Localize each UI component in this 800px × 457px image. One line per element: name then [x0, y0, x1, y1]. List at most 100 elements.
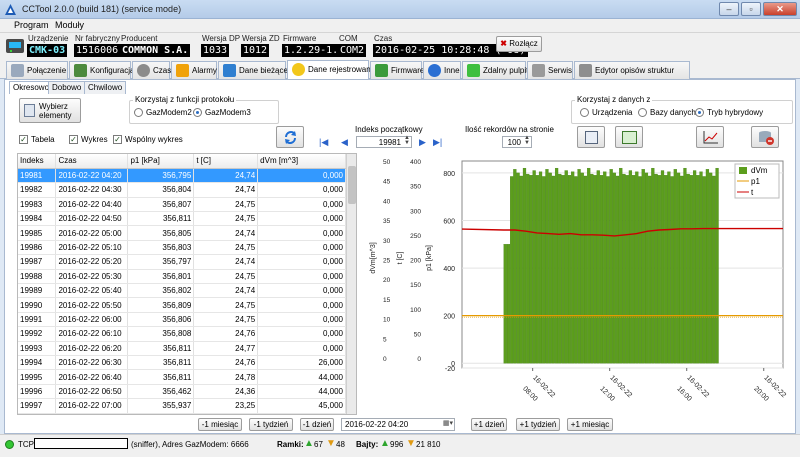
table-row[interactable]: 19981 2016-02-22 04:20 356,795 24,74 0,000 [18, 168, 346, 184]
plus-day-button[interactable]: +1 dzień [471, 418, 507, 431]
table-row[interactable]: 19983 2016-02-22 04:40 356,807 24,75 0,000 [18, 197, 346, 213]
source-hybrid-radio[interactable] [695, 108, 704, 117]
y-left-tick-label: 5 [383, 336, 387, 343]
zd-label: Wersja ZD [242, 34, 280, 43]
table-row[interactable]: 19985 2016-02-22 05:00 356,805 24,74 0,000 [18, 225, 346, 241]
tab-remote-desktop[interactable]: Zdalny pulpit [462, 61, 528, 79]
export-button[interactable] [577, 126, 605, 148]
table-row[interactable]: 19986 2016-02-22 05:10 356,803 24,75 0,000 [18, 240, 346, 256]
bar-dVm [526, 173, 530, 364]
table-row[interactable]: 19988 2016-02-22 05:30 356,801 24,75 0,000 [18, 269, 346, 285]
cell-dvm: 45,000 [257, 413, 346, 414]
select-elements-button[interactable]: Wybierz elementy [19, 98, 81, 123]
cell-time: 2016-02-22 05:50 [55, 297, 129, 313]
tab-other[interactable]: Inne [423, 61, 461, 79]
minus-week-button[interactable]: -1 tydzień [249, 418, 293, 431]
y-mid-tick-label: 200 [410, 258, 421, 265]
table-row[interactable]: 199982016-02-22 07:10355,50823,1545,000 [18, 413, 346, 414]
table-row[interactable]: 19990 2016-02-22 05:50 356,809 24,75 0,000 [18, 297, 346, 313]
col-t-header[interactable]: t [C] [193, 154, 259, 169]
table-row[interactable]: 19991 2016-02-22 06:00 356,806 24,75 0,000 [18, 312, 346, 328]
serial-value: 1516006 [74, 44, 121, 57]
bar-dVm [635, 171, 639, 364]
next-page-icon[interactable]: ▶ [419, 137, 426, 148]
tab-service[interactable]: Serwis [527, 61, 573, 79]
plus-week-button[interactable]: +1 tydzień [516, 418, 560, 431]
minus-day-button[interactable]: -1 dzień [300, 418, 334, 431]
table-row[interactable]: 19997 2016-02-22 07:00 355,937 23,25 45,000 [18, 398, 346, 414]
chart-checkbox-label: Wykres [81, 135, 108, 144]
table-checkbox[interactable]: ✓ [19, 135, 28, 144]
col-index-header[interactable]: Indeks [18, 154, 57, 169]
tab-alarms[interactable]: Alarmy [171, 61, 217, 79]
table-row[interactable]: 19994 2016-02-22 06:30 356,811 24,76 26,000 [18, 355, 346, 371]
first-page-icon[interactable]: |◀ [319, 137, 328, 148]
source-database-radio[interactable] [638, 108, 647, 117]
csv-button[interactable] [615, 126, 643, 148]
col-p1-header[interactable]: p1 [kPa] [127, 154, 195, 169]
tab-firmware[interactable]: Firmware [370, 61, 424, 79]
table-row[interactable]: 19982 2016-02-22 04:30 356,804 24,74 0,000 [18, 182, 346, 198]
legend-swatch-dVm [739, 167, 747, 174]
chart-checkbox[interactable]: ✓ [69, 135, 78, 144]
disconnect-button[interactable]: ✖ Rozłącz [496, 36, 542, 52]
spinner-icon[interactable]: ▲ ▼ [404, 135, 410, 146]
minus-month-button[interactable]: -1 miesiąc [198, 418, 242, 431]
start-index-value: 19981 [378, 138, 401, 147]
table-row[interactable]: 19989 2016-02-22 05:40 356,802 24,74 0,000 [18, 283, 346, 299]
close-button[interactable]: ✕ [763, 2, 797, 16]
cell-dvm: 0,000 [257, 269, 346, 285]
cell-index: 19997 [18, 398, 57, 414]
tab-structure-editor[interactable]: Edytor opisów struktur [574, 61, 690, 79]
menu-modules[interactable]: Moduły [51, 20, 88, 30]
protocol-gazmodem3-radio[interactable] [193, 108, 202, 117]
clear-data-button[interactable] [751, 126, 779, 148]
table-row[interactable]: 19993 2016-02-22 06:20 356,811 24,77 0,000 [18, 341, 346, 356]
table-row[interactable]: 19992 2016-02-22 06:10 356,808 24,76 0,000 [18, 326, 346, 342]
source-device-label: Urządzenia [592, 108, 633, 117]
prev-page-icon[interactable]: ◀ [341, 137, 348, 148]
source-device-radio[interactable] [580, 108, 589, 117]
common-chart-checkbox[interactable]: ✓ [113, 135, 122, 144]
tab-recorded-data[interactable]: Dane rejestrowane [287, 60, 375, 79]
cell-index: 19983 [18, 197, 57, 213]
cell-t: 24,75 [193, 312, 259, 328]
subtab-periodic[interactable]: Okresowo [9, 81, 54, 94]
cell-dvm: 0,000 [257, 211, 346, 227]
date-picker[interactable]: 2016-02-22 04:20 ▦▾ [341, 418, 455, 431]
y-axis-label: t [C] [397, 252, 404, 265]
minimize-button[interactable]: – [719, 2, 739, 16]
cell-p1: 356,808 [127, 326, 195, 342]
col-time-header[interactable]: Czas [55, 154, 129, 169]
menu-program[interactable]: Program [10, 20, 53, 30]
cell-t: 23,25 [193, 398, 259, 414]
refresh-icon [285, 131, 296, 144]
chart-options-button[interactable] [696, 126, 724, 148]
subtab-daily[interactable]: Dobowo [48, 81, 86, 94]
start-index-input[interactable]: 19981 ▲ ▼ [356, 135, 412, 148]
last-page-icon[interactable]: ▶| [433, 137, 442, 148]
cell-time: 2016-02-22 04:40 [55, 197, 129, 213]
tab-current-data[interactable]: Dane bieżące [218, 61, 288, 79]
per-page-spinner-icon[interactable]: ▲ ▼ [524, 135, 530, 146]
per-page-input[interactable]: 100 ▲ ▼ [502, 135, 532, 148]
table-scrollbar[interactable] [346, 154, 356, 414]
bar-dVm [609, 169, 613, 364]
bar-dVm [699, 171, 703, 364]
y-mid-tick-label: 150 [410, 282, 421, 289]
refresh-button[interactable] [276, 126, 304, 148]
table-row[interactable]: 19984 2016-02-22 04:50 356,811 24,75 0,000 [18, 211, 346, 227]
subtab-instant[interactable]: Chwilowo [84, 81, 127, 94]
tab-connection[interactable]: Połączenie [6, 61, 68, 79]
tab-configuration[interactable]: Konfiguracja [69, 61, 134, 79]
protocol-gazmodem2-radio[interactable] [134, 108, 143, 117]
table-scrollbar-thumb[interactable] [348, 166, 356, 204]
table-row[interactable]: 19996 2016-02-22 06:50 356,462 24,36 44,000 [18, 384, 346, 400]
calendar-dropdown-icon[interactable]: ▦▾ [443, 419, 453, 427]
plus-month-button[interactable]: +1 miesiąc [567, 418, 613, 431]
table-row[interactable]: 19987 2016-02-22 05:20 356,797 24,74 0,000 [18, 254, 346, 270]
col-dvm-header[interactable]: dVm [m^3] [257, 154, 346, 169]
maximize-button[interactable]: ▫ [741, 2, 761, 16]
table-row[interactable]: 19995 2016-02-22 06:40 356,811 24,78 44,000 [18, 369, 346, 385]
tab-time[interactable]: Czas [132, 61, 171, 79]
